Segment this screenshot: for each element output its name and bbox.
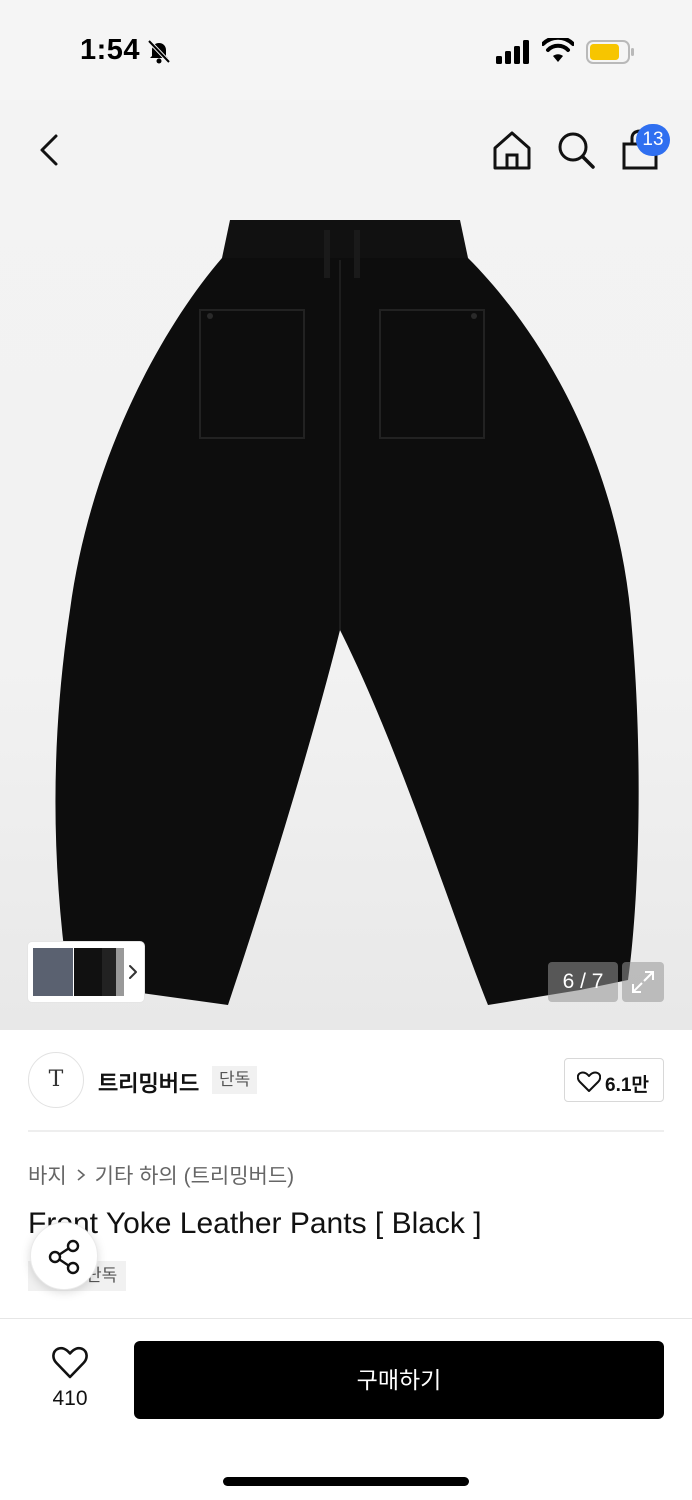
thumbnail-image[interactable] xyxy=(33,948,73,996)
status-bar: 1:54 xyxy=(0,0,692,100)
page-counter: 6 / 7 xyxy=(548,962,618,1002)
expand-icon xyxy=(632,971,654,993)
buy-button[interactable]: 구매하기 xyxy=(134,1341,664,1419)
chevron-right-icon xyxy=(77,1169,85,1181)
brand-like-count: 6.1만 xyxy=(605,1075,649,1096)
top-nav: 13 xyxy=(0,100,692,200)
battery-icon xyxy=(586,40,634,64)
thumbnail-image[interactable] xyxy=(102,948,116,996)
bell-slash-icon xyxy=(147,39,171,64)
heart-icon xyxy=(52,1346,88,1379)
product-gallery[interactable]: 13 6 / 7 xyxy=(0,100,692,1030)
search-icon[interactable] xyxy=(554,128,598,172)
wishlist-button[interactable]: 410 xyxy=(34,1342,106,1418)
brand-name[interactable]: 트리밍버드 xyxy=(98,1066,199,1098)
breadcrumb: 바지 기타 하의 (트리밍버드) xyxy=(28,1160,294,1190)
brand-like-button[interactable]: 6.1만 xyxy=(564,1058,664,1102)
divider xyxy=(28,1130,664,1132)
breadcrumb-item[interactable]: 바지 xyxy=(28,1160,67,1190)
chevron-right-icon[interactable] xyxy=(126,962,140,982)
status-time: 1:54 xyxy=(80,34,141,66)
product-photo[interactable] xyxy=(40,210,660,1010)
brand-logo[interactable]: T xyxy=(28,1052,84,1108)
share-icon xyxy=(48,1239,80,1275)
divider xyxy=(0,1318,692,1319)
brand-row: T 트리밍버드 단독 6.1만 xyxy=(0,1030,692,1130)
heart-icon xyxy=(577,1071,601,1092)
thumbnail-image[interactable] xyxy=(116,948,124,996)
exclusive-tag: 단독 xyxy=(212,1066,258,1094)
share-button[interactable] xyxy=(30,1222,98,1290)
signal-icon xyxy=(496,40,529,64)
wishlist-count: 410 xyxy=(52,1387,88,1410)
thumbnail-strip[interactable] xyxy=(28,942,144,1002)
thumbnail-image[interactable] xyxy=(74,948,102,996)
home-indicator[interactable] xyxy=(223,1477,469,1486)
cart-count-badge: 13 xyxy=(636,124,670,156)
expand-button[interactable] xyxy=(622,962,664,1002)
product-title: Front Yoke Leather Pants [ Black ] xyxy=(28,1207,482,1240)
wifi-icon xyxy=(542,38,574,62)
home-icon[interactable] xyxy=(490,128,534,172)
breadcrumb-item[interactable]: 기타 하의 (트리밍버드) xyxy=(95,1160,295,1190)
chevron-left-icon[interactable] xyxy=(30,128,70,172)
